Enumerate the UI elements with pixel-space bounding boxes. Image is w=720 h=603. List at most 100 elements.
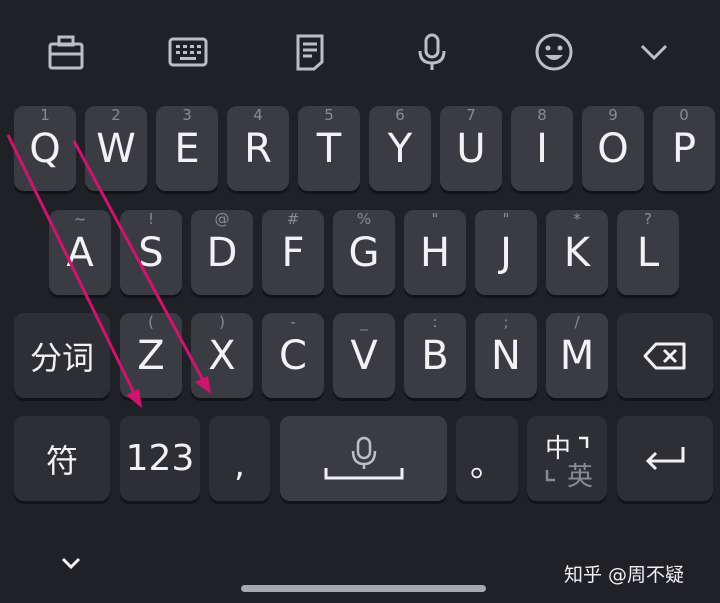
key-hint: ? bbox=[644, 210, 652, 228]
key-n[interactable]: ; N bbox=[475, 313, 537, 398]
key-t[interactable]: 5T bbox=[298, 106, 360, 191]
key-x[interactable]: ) X bbox=[191, 313, 253, 398]
key-label: I bbox=[536, 125, 548, 172]
language-bracket-icon bbox=[545, 436, 589, 482]
key-label: Z bbox=[137, 332, 165, 379]
keyboard-toolbar bbox=[0, 0, 720, 100]
key-hint: 3 bbox=[182, 106, 192, 124]
key-u[interactable]: 7U bbox=[440, 106, 502, 191]
numbers-key[interactable]: 123 bbox=[120, 416, 200, 501]
symbols-key[interactable]: 符 bbox=[14, 416, 110, 501]
hide-keyboard-chevron-icon[interactable] bbox=[56, 548, 86, 578]
key-j[interactable]: " J bbox=[475, 210, 537, 295]
enter-icon bbox=[645, 446, 685, 470]
key-y[interactable]: 6Y bbox=[369, 106, 431, 191]
key-m[interactable]: / M bbox=[546, 313, 608, 398]
key-hint: # bbox=[286, 210, 300, 228]
key-label: N bbox=[491, 332, 521, 379]
key-p[interactable]: 0P bbox=[653, 106, 715, 191]
key-i[interactable]: 8I bbox=[511, 106, 573, 191]
key-f[interactable]: # F bbox=[262, 210, 324, 295]
key-hint: 2 bbox=[111, 106, 121, 124]
key-label: 符 bbox=[45, 441, 78, 480]
key-label: C bbox=[279, 332, 307, 379]
key-label: P bbox=[671, 125, 697, 172]
key-label: J bbox=[500, 229, 512, 276]
key-hint: " bbox=[502, 210, 510, 228]
microphone-icon bbox=[324, 436, 403, 479]
microphone-icon[interactable] bbox=[410, 30, 454, 74]
key-a[interactable]: ~ A bbox=[49, 210, 111, 295]
space-key[interactable] bbox=[280, 416, 447, 501]
clipboard-icon[interactable] bbox=[44, 30, 88, 74]
key-label: Q bbox=[29, 125, 61, 172]
key-z[interactable]: (Z bbox=[120, 313, 182, 398]
key-b[interactable]: :B bbox=[404, 313, 466, 398]
key-hint: " bbox=[431, 210, 439, 228]
language-switch-key[interactable]: 中 英 bbox=[527, 416, 607, 501]
key-h[interactable]: " H bbox=[404, 210, 466, 295]
key-s[interactable]: ! S bbox=[120, 210, 182, 295]
key-hint: ~ bbox=[73, 210, 87, 228]
key-label: S bbox=[138, 229, 164, 276]
key-e[interactable]: 3E bbox=[156, 106, 218, 191]
chevron-down-icon[interactable] bbox=[632, 30, 676, 74]
key-w[interactable]: 2W bbox=[85, 106, 147, 191]
home-indicator[interactable] bbox=[241, 585, 486, 592]
key-label: K bbox=[563, 229, 591, 276]
key-hint: ( bbox=[148, 313, 154, 331]
period-key[interactable]: 。 bbox=[456, 416, 518, 501]
key-hint: 4 bbox=[253, 106, 263, 124]
key-label: D bbox=[206, 229, 238, 276]
key-k[interactable]: * K bbox=[546, 210, 608, 295]
key-hint: 9 bbox=[608, 106, 618, 124]
key-label: U bbox=[456, 125, 486, 172]
key-hint: 7 bbox=[466, 106, 476, 124]
key-label: V bbox=[350, 332, 378, 379]
key-r[interactable]: 4R bbox=[227, 106, 289, 191]
key-c[interactable]: -C bbox=[262, 313, 324, 398]
key-v[interactable]: _ V bbox=[333, 313, 395, 398]
key-d[interactable]: @ D bbox=[191, 210, 253, 295]
key-q[interactable]: 1Q bbox=[14, 106, 76, 191]
comma-key[interactable]: , bbox=[209, 416, 270, 501]
backspace-key[interactable] bbox=[617, 313, 713, 398]
key-hint: 8 bbox=[537, 106, 547, 124]
key-g[interactable]: % G bbox=[333, 210, 395, 295]
key-label: A bbox=[66, 229, 94, 276]
key-hint: 6 bbox=[395, 106, 405, 124]
enter-key[interactable] bbox=[617, 416, 713, 501]
key-hint: 1 bbox=[40, 106, 50, 124]
emoji-icon[interactable] bbox=[532, 30, 576, 74]
key-l[interactable]: ? L bbox=[617, 210, 679, 295]
key-hint: ! bbox=[147, 210, 154, 228]
key-label: H bbox=[419, 229, 451, 276]
document-icon[interactable] bbox=[288, 30, 332, 74]
key-label: 。 bbox=[470, 444, 504, 485]
key-hint: * bbox=[573, 210, 581, 228]
key-label: X bbox=[208, 332, 236, 379]
key-hint: ) bbox=[219, 313, 225, 331]
key-label: W bbox=[96, 125, 136, 172]
key-label: M bbox=[559, 332, 595, 379]
key-hint: / bbox=[574, 313, 580, 331]
key-hint: : bbox=[432, 313, 438, 331]
watermark: 知乎 @周不疑 bbox=[564, 564, 685, 586]
key-label: O bbox=[597, 125, 629, 172]
key-label: B bbox=[421, 332, 449, 379]
key-label: 123 bbox=[125, 437, 195, 479]
key-label: , bbox=[234, 444, 245, 485]
key-label: L bbox=[636, 229, 660, 276]
key-o[interactable]: 9O bbox=[582, 106, 644, 191]
key-label: 分词 bbox=[29, 338, 94, 377]
key-label: G bbox=[348, 229, 380, 276]
key-hint: % bbox=[356, 210, 372, 228]
key-label: T bbox=[316, 125, 342, 172]
segment-key[interactable]: 分词 bbox=[14, 313, 110, 398]
backspace-icon bbox=[643, 342, 686, 369]
key-hint: 0 bbox=[679, 106, 689, 124]
key-hint: _ bbox=[360, 313, 368, 331]
keyboard-icon[interactable] bbox=[166, 30, 210, 74]
key-hint: 5 bbox=[324, 106, 334, 124]
key-hint: @ bbox=[214, 210, 230, 228]
